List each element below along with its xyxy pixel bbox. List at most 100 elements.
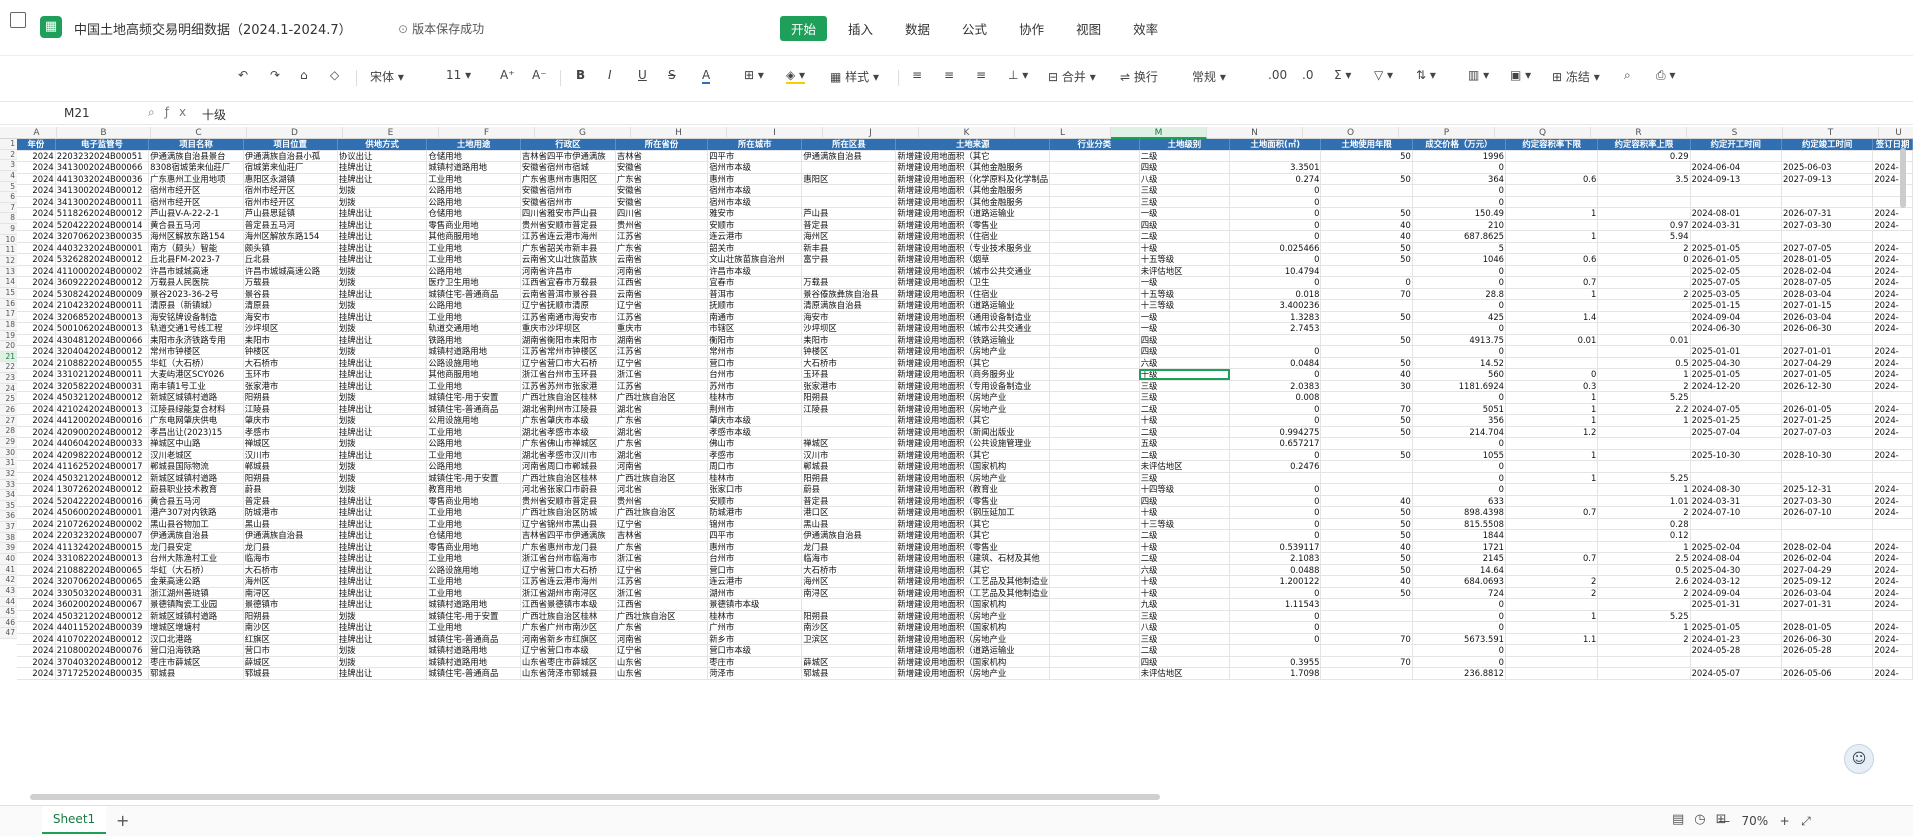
table-cell[interactable] xyxy=(1049,460,1140,473)
menu-efficiency[interactable]: 效率 xyxy=(1122,16,1169,41)
table-cell[interactable]: 山东省 xyxy=(615,667,709,680)
table-cell[interactable]: 2024-07-05 xyxy=(1690,403,1782,415)
table-cell[interactable] xyxy=(1505,656,1599,668)
table-cell[interactable]: 黄合县五马河 xyxy=(148,219,244,231)
table-cell[interactable] xyxy=(1690,391,1782,404)
table-cell[interactable]: 2024 xyxy=(17,173,56,185)
table-cell[interactable]: 2024- xyxy=(1872,426,1913,438)
table-cell[interactable]: 阳朔县 xyxy=(243,472,338,484)
table-cell[interactable]: 城镇村道路用地 xyxy=(426,644,521,657)
table-cell[interactable] xyxy=(1229,334,1322,346)
table-cell[interactable]: 海州区 xyxy=(801,575,897,588)
header-cell[interactable]: 项目名称 xyxy=(148,139,244,151)
table-cell[interactable]: 四级 xyxy=(1139,334,1231,346)
table-cell[interactable]: 张家港市 xyxy=(243,380,338,392)
table-cell[interactable] xyxy=(1505,184,1599,197)
table-cell[interactable]: 十级 xyxy=(1139,587,1231,599)
table-cell[interactable]: 0.5 xyxy=(1597,564,1691,576)
table-cell[interactable]: 挂牌出让 xyxy=(337,552,428,565)
table-cell[interactable]: 0.025466 xyxy=(1229,242,1322,254)
table-cell[interactable]: 枣庄市 xyxy=(707,656,803,668)
table-cell[interactable] xyxy=(801,644,897,657)
table-cell[interactable]: 40 xyxy=(1320,230,1413,243)
table-cell[interactable]: 云南省普洱市景谷县 xyxy=(520,288,616,300)
column-header-r[interactable]: R xyxy=(1591,127,1687,139)
table-cell[interactable] xyxy=(1049,426,1140,438)
table-cell[interactable]: 景谷县 xyxy=(243,288,338,300)
table-cell[interactable]: 吉林省四平市伊通满族 xyxy=(520,529,616,542)
sum-icon[interactable]: Σ ▾ xyxy=(1334,68,1351,82)
table-cell[interactable]: 0.274 xyxy=(1229,173,1322,185)
table-cell[interactable] xyxy=(1872,518,1913,530)
table-cell[interactable]: 364 xyxy=(1412,173,1507,185)
table-cell[interactable]: 4113242024B00015 xyxy=(55,541,150,553)
table-cell[interactable]: 3305032024B00031 xyxy=(55,587,150,599)
table-cell[interactable]: 江苏省连云港市海州 xyxy=(520,575,616,588)
column-header-e[interactable]: E xyxy=(343,127,439,139)
table-cell[interactable]: 一级 xyxy=(1139,276,1231,289)
table-cell[interactable] xyxy=(1049,541,1140,553)
table-cell[interactable]: 2024 xyxy=(17,587,56,599)
table-cell[interactable]: 佛山市 xyxy=(707,437,803,450)
table-cell[interactable]: 2024-05-28 xyxy=(1690,644,1782,657)
table-cell[interactable]: 广东省 xyxy=(615,621,709,634)
table-cell[interactable]: 四平市 xyxy=(707,150,803,162)
table-cell[interactable]: 广东省 xyxy=(615,541,709,553)
table-cell[interactable]: 十三等级 xyxy=(1139,299,1231,312)
wrap-button[interactable]: ⇌ 换行 xyxy=(1120,68,1158,85)
table-cell[interactable]: 山东省菏泽市郓城县 xyxy=(520,667,616,680)
table-cell[interactable]: 伊通满族自治县 xyxy=(801,529,897,542)
table-cell[interactable]: 2028-01-05 xyxy=(1781,253,1874,266)
table-cell[interactable]: 560 xyxy=(1412,368,1507,381)
table-cell[interactable] xyxy=(1049,219,1140,231)
table-cell[interactable]: 0 xyxy=(1412,644,1507,657)
column-header-i[interactable]: I xyxy=(727,127,823,139)
row-header[interactable]: 26 xyxy=(0,405,17,416)
row-header[interactable]: 27 xyxy=(0,415,17,427)
table-cell[interactable]: 4406042024B00033 xyxy=(55,437,150,450)
menu-collab[interactable]: 协作 xyxy=(1008,16,1055,41)
table-cell[interactable]: 新增建设用地面积（道路运输业 xyxy=(895,207,1051,220)
table-cell[interactable]: 2.5 xyxy=(1597,552,1691,565)
table-cell[interactable]: 0 xyxy=(1412,472,1507,484)
table-cell[interactable]: 3.5 xyxy=(1597,173,1691,185)
row-header[interactable]: 31 xyxy=(0,458,17,469)
header-cell[interactable]: 约定开工时间 xyxy=(1690,139,1782,151)
border-icon[interactable]: ⊞ ▾ xyxy=(744,68,764,82)
undo-icon[interactable]: ↶ xyxy=(238,68,248,82)
table-cell[interactable]: 2104232024B00011 xyxy=(55,299,150,312)
table-cell[interactable]: 50 xyxy=(1320,529,1413,542)
table-cell[interactable]: 玉环市 xyxy=(243,368,338,381)
header-cell[interactable]: 电子监管号 xyxy=(55,139,150,151)
table-cell[interactable]: 工业用地 xyxy=(426,242,521,254)
table-cell[interactable]: 50 xyxy=(1320,414,1413,427)
menu-view[interactable]: 视图 xyxy=(1065,16,1112,41)
table-cell[interactable]: 丘北县FM-2023-7 xyxy=(148,253,244,266)
table-cell[interactable]: 3204042024B00012 xyxy=(55,345,150,358)
table-cell[interactable]: 江陵县绿能复合材料 xyxy=(148,403,244,415)
image-icon[interactable]: ▣ ▾ xyxy=(1510,68,1531,82)
table-cell[interactable]: 海安市 xyxy=(243,311,338,323)
table-cell[interactable]: 伊通满族自治县景台 xyxy=(148,150,244,162)
table-cell[interactable]: 湖北省 xyxy=(615,449,709,461)
table-cell[interactable] xyxy=(1505,322,1599,335)
header-cell[interactable]: 所在区县 xyxy=(801,139,897,151)
table-cell[interactable]: 2024-07-10 xyxy=(1690,506,1782,519)
table-cell[interactable]: 新城区城镇村道路 xyxy=(148,472,244,484)
table-cell[interactable]: 1721 xyxy=(1412,541,1507,553)
table-cell[interactable]: 2024 xyxy=(17,621,56,634)
table-cell[interactable]: 十级 xyxy=(1139,506,1231,519)
table-cell[interactable]: 5 xyxy=(1412,242,1507,254)
table-cell[interactable]: 2028-03-04 xyxy=(1781,288,1874,300)
table-cell[interactable]: 海安市 xyxy=(801,311,897,323)
table-cell[interactable]: 2024 xyxy=(17,230,56,243)
table-cell[interactable]: 广东省惠州市惠阳区 xyxy=(520,173,616,185)
table-cell[interactable]: 金莱高速公路 xyxy=(148,575,244,588)
table-cell[interactable]: 0.018 xyxy=(1229,288,1322,300)
table-cell[interactable] xyxy=(1690,472,1782,484)
table-cell[interactable] xyxy=(1320,644,1413,657)
table-cell[interactable]: 九级 xyxy=(1139,598,1231,611)
table-cell[interactable]: 吉林省 xyxy=(615,529,709,542)
table-cell[interactable]: 广东省 xyxy=(615,414,709,427)
table-cell[interactable]: 孝感市 xyxy=(243,426,338,438)
